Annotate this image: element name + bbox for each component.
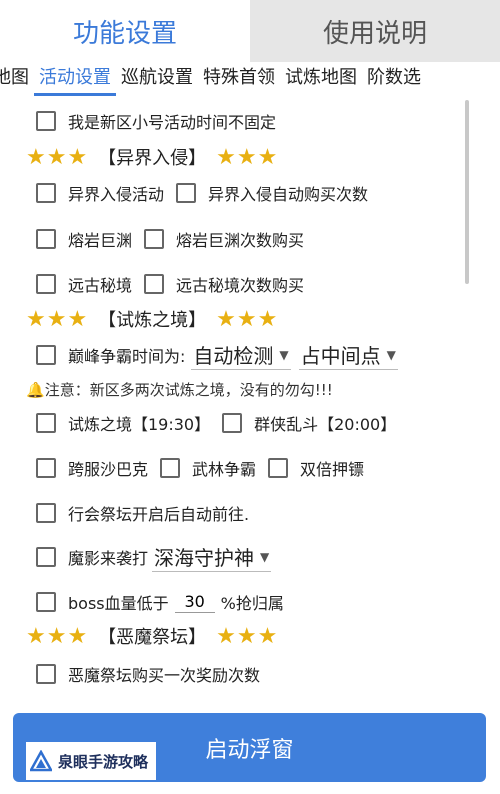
scrollbar[interactable]: [465, 100, 469, 284]
option-label: 熔岩巨渊次数购买: [176, 231, 305, 250]
peak-mode-dropdown[interactable]: 自动检测 ▼: [191, 340, 291, 370]
dropdown-value: 自动检测: [193, 344, 274, 368]
option-label: boss血量低于: [68, 594, 169, 613]
section-header-demon-altar: ★★★ 【恶魔祭坛】 ★★★: [26, 623, 278, 649]
dropdown-arrow-icon: ▼: [279, 347, 289, 362]
sub-tab-tier-select[interactable]: 阶数选: [362, 62, 426, 96]
option-row-shadow: 魔影来袭打 深海守护神 ▼: [36, 542, 279, 572]
option-label: 异界入侵活动: [68, 185, 165, 204]
option-label: 双倍押镖: [300, 460, 365, 479]
checkbox-boss-hp[interactable]: [36, 592, 56, 612]
sub-tab-map[interactable]: 地图: [0, 62, 34, 96]
section-title: 【恶魔祭坛】: [98, 627, 207, 648]
checkbox-peak-hegemony[interactable]: [36, 345, 56, 365]
activity-settings-panel: 我是新区小号活动时间不固定 ★★★ 【异界入侵】 ★★★ 异界入侵活动 异界入侵…: [0, 96, 500, 696]
checkbox-trial-realm[interactable]: [36, 413, 56, 433]
section-title: 【异界入侵】: [98, 148, 207, 169]
dropdown-value: 占中间点: [300, 344, 381, 368]
option-row-lava: 熔岩巨渊 熔岩巨渊次数购买: [36, 227, 316, 251]
checkbox[interactable]: [36, 503, 56, 523]
option-demon-altar-buy[interactable]: 恶魔祭坛购买一次奖励次数: [36, 662, 272, 686]
watermark-logo-icon: [30, 750, 52, 772]
tab-instructions[interactable]: 使用说明: [250, 0, 500, 62]
top-tab-bar: 功能设置 使用说明: [0, 0, 500, 62]
checkbox-shadow-raid[interactable]: [36, 547, 56, 567]
watermark: 泉眼手游攻略: [26, 742, 157, 780]
stars-icon: ★★★: [26, 623, 89, 649]
option-label: %抢归属: [220, 594, 284, 613]
checkbox-heroes-melee[interactable]: [222, 413, 243, 433]
checkbox-lava-abyss[interactable]: [36, 229, 56, 249]
stars-icon: ★★★: [216, 306, 279, 332]
option-label: 群侠乱斗【20:00】: [254, 415, 397, 434]
section-title: 【试炼之境】: [98, 310, 207, 331]
section-header-trial: ★★★ 【试炼之境】 ★★★: [26, 306, 278, 332]
checkbox[interactable]: [36, 664, 56, 684]
option-row-ancient: 远古秘境 远古秘境次数购买: [36, 272, 316, 296]
option-label: 我是新区小号活动时间不固定: [68, 113, 277, 132]
option-label: 异界入侵自动购买次数: [208, 185, 369, 204]
checkbox-ancient-realm[interactable]: [36, 274, 56, 294]
checkbox-martial-hegemony[interactable]: [160, 458, 181, 478]
dropdown-arrow-icon: ▼: [386, 347, 396, 362]
option-row-invasion: 异界入侵活动 异界入侵自动购买次数: [36, 181, 380, 205]
checkbox-double-escort[interactable]: [268, 458, 289, 478]
tab-function-settings[interactable]: 功能设置: [0, 0, 250, 62]
option-row-sabak: 跨服沙巴克 武林争霸 双倍押镖: [36, 456, 376, 480]
bell-icon: 🔔: [26, 381, 45, 399]
stars-icon: ★★★: [26, 306, 89, 332]
option-label: 熔岩巨渊: [68, 231, 133, 250]
option-newbie-time[interactable]: 我是新区小号活动时间不固定: [36, 109, 288, 133]
option-row-trial: 试炼之境【19:30】 群侠乱斗【20:00】: [36, 411, 408, 435]
option-label: 远古秘境次数购买: [176, 276, 305, 295]
shadow-target-dropdown[interactable]: 深海守护神 ▼: [152, 542, 272, 572]
checkbox-invasion-activity[interactable]: [36, 183, 56, 203]
checkbox-cross-sabak[interactable]: [36, 458, 56, 478]
notice-text: 🔔注意：新区多两次试炼之境，没有的勿勾!!!: [26, 379, 333, 400]
checkbox-ancient-realm-buy[interactable]: [144, 274, 165, 294]
sub-tab-bar[interactable]: 地图 活动设置 巡航设置 特殊首领 试炼地图 阶数选: [0, 62, 500, 96]
section-header-invasion: ★★★ 【异界入侵】 ★★★: [26, 144, 278, 170]
boss-hp-input[interactable]: [174, 591, 215, 613]
sub-tab-cruise-settings[interactable]: 巡航设置: [116, 62, 198, 96]
peak-point-dropdown[interactable]: 占中间点 ▼: [298, 340, 398, 370]
option-label: 魔影来袭打: [68, 549, 149, 568]
checkbox-invasion-autobuy[interactable]: [176, 183, 197, 203]
checkbox-lava-abyss-buy[interactable]: [144, 229, 165, 249]
sub-tab-trial-map[interactable]: 试炼地图: [280, 62, 362, 96]
option-label: 恶魔祭坛购买一次奖励次数: [68, 666, 261, 685]
option-guild-altar[interactable]: 行会祭坛开启后自动前往.: [36, 501, 261, 525]
option-label: 试炼之境【19:30】: [68, 415, 211, 434]
option-row-boss-hp: boss血量低于 %抢归属: [36, 590, 296, 614]
checkbox[interactable]: [36, 111, 56, 131]
stars-icon: ★★★: [216, 144, 279, 170]
dropdown-arrow-icon: ▼: [260, 549, 270, 564]
stars-icon: ★★★: [26, 144, 89, 170]
notice-label: 注意：新区多两次试炼之境，没有的勿勾!!!: [44, 381, 333, 399]
sub-tab-special-boss[interactable]: 特殊首领: [198, 62, 280, 96]
stars-icon: ★★★: [216, 623, 279, 649]
dropdown-value: 深海守护神: [154, 546, 255, 570]
option-row-peak: 巅峰争霸时间为: 自动检测 ▼ 占中间点 ▼: [36, 340, 406, 370]
option-label: 行会祭坛开启后自动前往.: [68, 505, 250, 524]
sub-tab-activity-settings[interactable]: 活动设置: [34, 62, 116, 96]
option-label: 跨服沙巴克: [68, 460, 149, 479]
option-label: 武林争霸: [192, 460, 257, 479]
option-label: 巅峰争霸时间为:: [68, 347, 186, 366]
watermark-text: 泉眼手游攻略: [58, 752, 149, 771]
option-label: 远古秘境: [68, 276, 133, 295]
